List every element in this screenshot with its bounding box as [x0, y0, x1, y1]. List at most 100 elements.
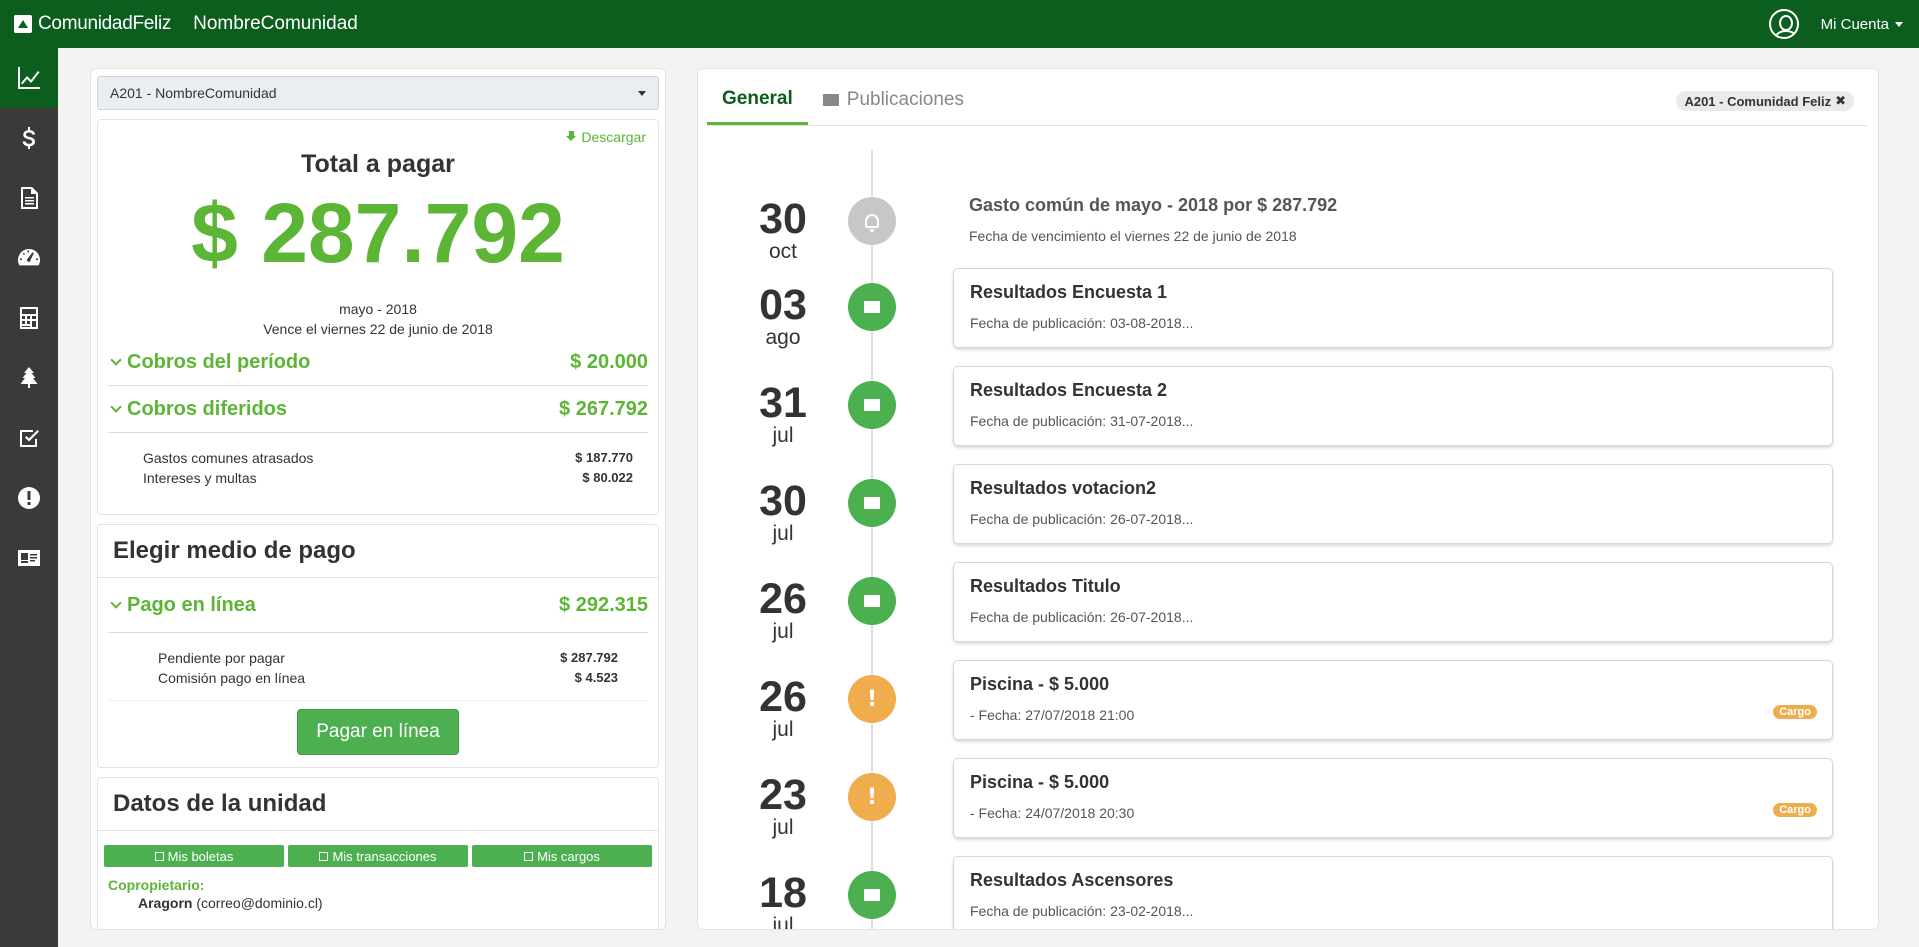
status-badge: Cargo: [1773, 705, 1817, 719]
tab-label: Publicaciones: [846, 89, 965, 110]
chevron-down-icon: [110, 596, 122, 609]
unit-data-title: Datos de la unidad: [98, 778, 658, 831]
download-link[interactable]: Descargar: [566, 129, 646, 145]
due-date: Vence el viernes 22 de junio de 2018: [263, 321, 493, 337]
owner-info: Aragorn (correo@dominio.cl): [98, 893, 658, 911]
unit-data-card: Datos de la unidad Mis boletas Mis trans…: [97, 777, 659, 929]
timeline-subtitle: Fecha de publicación: 31-07-2018...: [970, 413, 1194, 429]
button-label: Mis transacciones: [332, 848, 437, 864]
account-menu[interactable]: Mi Cuenta: [1821, 16, 1903, 33]
sidebar-item-tasks[interactable]: [0, 408, 58, 468]
timeline-card[interactable]: Resultados Encuesta 2 Fecha de publicació…: [953, 366, 1833, 446]
status-badge: Cargo: [1773, 803, 1817, 817]
my-transactions-button[interactable]: Mis transacciones: [288, 845, 468, 867]
timeline-date: 03 ago: [733, 283, 833, 349]
timeline-card[interactable]: Piscina - $ 5.000 - Fecha: 27/07/2018 21:…: [953, 660, 1833, 740]
filter-chip[interactable]: A201 - Comunidad Feliz ✖: [1676, 91, 1854, 111]
brand-logo[interactable]: ComunidadFeliz: [14, 13, 171, 35]
envelope-icon: [864, 889, 880, 901]
timeline-marker: [848, 283, 896, 331]
timeline-month: jul: [772, 718, 794, 741]
cobros-diferidos-amount: $ 267.792: [559, 397, 648, 420]
timeline-card[interactable]: Resultados Encuesta 1 Fecha de publicació…: [953, 268, 1833, 348]
timeline-marker: [848, 871, 896, 919]
sidebar-item-tree[interactable]: [0, 348, 58, 408]
timeline-date: 31 jul: [733, 381, 833, 447]
pago-detail: Pendiente por pagar $ 287.792 Comisión pa…: [108, 633, 648, 701]
exclamation-icon: !: [866, 686, 878, 712]
sidebar-item-meters[interactable]: [0, 228, 58, 288]
sidebar-item-dashboard[interactable]: [0, 48, 58, 108]
envelope-icon: [864, 595, 880, 607]
timeline-item: 26 jul Resultados Titulo Fecha de publicaci…: [698, 561, 1878, 643]
timeline-title: Resultados Titulo: [970, 576, 1121, 596]
timeline-date: 18 jul: [733, 871, 833, 929]
timeline-date: 23 jul: [733, 773, 833, 839]
brand-name: ComunidadFeliz: [38, 13, 172, 34]
button-label: Mis boletas: [167, 848, 234, 864]
sidebar-item-payments[interactable]: [0, 108, 58, 168]
timeline-month: jul: [772, 620, 794, 643]
timeline-day: 26: [759, 575, 807, 623]
tab-publicaciones[interactable]: Publicaciones: [808, 89, 979, 125]
logo-icon: [14, 15, 32, 33]
timeline-subtitle: Fecha de publicación: 23-02-2018...: [970, 903, 1194, 919]
detail-amount: $ 287.792: [560, 650, 618, 665]
timeline-date: 26 jul: [733, 577, 833, 643]
timeline-subtitle: - Fecha: 27/07/2018 21:00: [970, 707, 1135, 723]
timeline-title: Gasto común de mayo - 2018 por $ 287.792: [969, 195, 1338, 215]
owner-name: Aragorn: [138, 895, 193, 911]
timeline-title: Resultados Encuesta 2: [970, 380, 1168, 400]
sidebar-item-documents[interactable]: [0, 168, 58, 228]
timeline-month: jul: [772, 816, 794, 839]
timeline-day: 23: [759, 771, 807, 819]
timeline-card[interactable]: Piscina - $ 5.000 - Fecha: 24/07/2018 20:…: [953, 758, 1833, 838]
calculator-icon: [20, 307, 38, 329]
unit-select[interactable]: A201 - NombreComunidad: [97, 76, 659, 110]
close-icon[interactable]: ✖: [1835, 93, 1846, 109]
tab-general[interactable]: General: [707, 88, 808, 125]
cobros-diferidos-row[interactable]: Cobros diferidos $ 267.792: [108, 386, 648, 433]
timeline-card[interactable]: Resultados votacion2 Fecha de publicación…: [953, 464, 1833, 544]
sidebar-item-alerts[interactable]: [0, 468, 58, 528]
timeline-title: Piscina - $ 5.000: [970, 674, 1110, 694]
timeline-day: 30: [759, 477, 807, 525]
timeline-marker: [848, 577, 896, 625]
timeline-card[interactable]: Resultados Ascensores Fecha de publicació…: [953, 856, 1833, 929]
payment-panel: A201 - NombreComunidad Descargar Total a…: [90, 68, 666, 930]
timeline-day: 03: [759, 281, 807, 329]
pago-linea-row[interactable]: Pago en línea $ 292.315: [108, 578, 648, 633]
timeline-card[interactable]: Gasto común de mayo - 2018 por $ 287.792…: [953, 182, 1833, 262]
sidebar-item-calculator[interactable]: [0, 288, 58, 348]
billing-period: mayo - 2018: [339, 301, 417, 317]
envelope-icon: [864, 497, 880, 509]
my-receipts-button[interactable]: Mis boletas: [104, 845, 284, 867]
detail-label: Gastos comunes atrasados: [143, 450, 314, 466]
community-name[interactable]: NombreComunidad: [193, 13, 358, 35]
timeline-card[interactable]: Resultados Titulo Fecha de publicación: 2…: [953, 562, 1833, 642]
detail-amount: $ 4.523: [574, 670, 618, 685]
sidebar: [0, 48, 58, 947]
pay-online-button[interactable]: Pagar en línea: [297, 709, 459, 755]
money-icon: [524, 851, 534, 861]
timeline-month: jul: [772, 522, 794, 545]
chart-line-icon: [18, 67, 40, 89]
detail-row: Intereses y multas $ 80.022: [143, 468, 633, 488]
bell-icon: [865, 214, 879, 232]
timeline-day: 30: [759, 195, 807, 243]
caret-down-icon: [1895, 21, 1903, 27]
user-avatar-icon[interactable]: [1768, 9, 1799, 39]
timeline-title: Piscina - $ 5.000: [970, 772, 1110, 792]
timeline-marker: !: [848, 773, 896, 821]
timeline-date: 26 jul: [733, 675, 833, 741]
my-charges-button[interactable]: Mis cargos: [472, 845, 652, 867]
sidebar-item-residents[interactable]: [0, 528, 58, 588]
owner-label: Copropietario:: [108, 877, 205, 893]
id-card-icon: [18, 550, 40, 566]
account-label: Mi Cuenta: [1820, 15, 1889, 33]
cobros-periodo-row[interactable]: Cobros del período $ 20.000: [108, 339, 648, 386]
chevron-down-icon: [110, 400, 122, 413]
timeline-title: Resultados votacion2: [970, 478, 1157, 498]
timeline-item: 30 jul Resultados votacion2 Fecha de public…: [698, 463, 1878, 545]
cobros-periodo-amount: $ 20.000: [570, 350, 648, 373]
